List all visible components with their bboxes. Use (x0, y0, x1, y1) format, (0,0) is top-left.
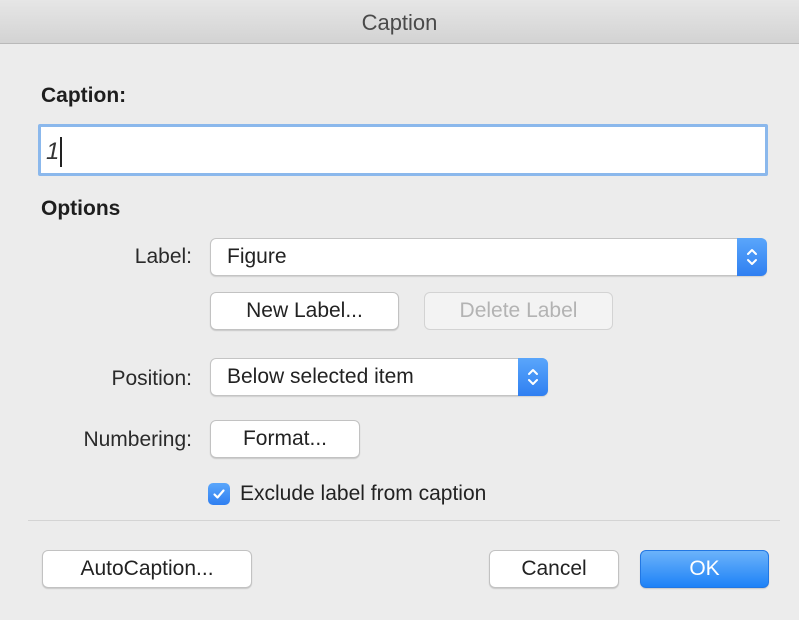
delete-label-button[interactable]: Delete Label (424, 292, 613, 330)
title-bar: Caption (0, 0, 799, 44)
position-field-label: Position: (111, 367, 192, 390)
options-heading: Options (41, 197, 121, 220)
exclude-label-text: Exclude label from caption (240, 482, 487, 505)
cancel-button[interactable]: Cancel (489, 550, 619, 588)
exclude-label-row[interactable]: Exclude label from caption (208, 480, 486, 508)
numbering-field-label: Numbering: (83, 428, 192, 451)
label-select-value: Figure (227, 245, 287, 268)
up-down-chevron-icon (518, 358, 548, 396)
new-label-button[interactable]: New Label... (210, 292, 399, 330)
position-select-value: Below selected item (227, 365, 414, 388)
window-title: Caption (361, 10, 438, 35)
text-caret (60, 137, 63, 167)
ok-button[interactable]: OK (640, 550, 769, 588)
caption-input-value: 1 (46, 138, 60, 165)
up-down-chevron-icon (737, 238, 767, 276)
caption-heading: Caption: (41, 84, 127, 107)
autocaption-button[interactable]: AutoCaption... (42, 550, 252, 588)
exclude-label-checkbox[interactable] (208, 483, 230, 505)
label-field-label: Label: (134, 245, 192, 268)
format-button[interactable]: Format... (210, 420, 360, 458)
checkmark-icon (213, 489, 225, 499)
label-select[interactable]: Figure (210, 238, 767, 276)
position-select[interactable]: Below selected item (210, 358, 548, 396)
divider (28, 520, 780, 521)
caption-input[interactable]: 1 (38, 124, 768, 176)
